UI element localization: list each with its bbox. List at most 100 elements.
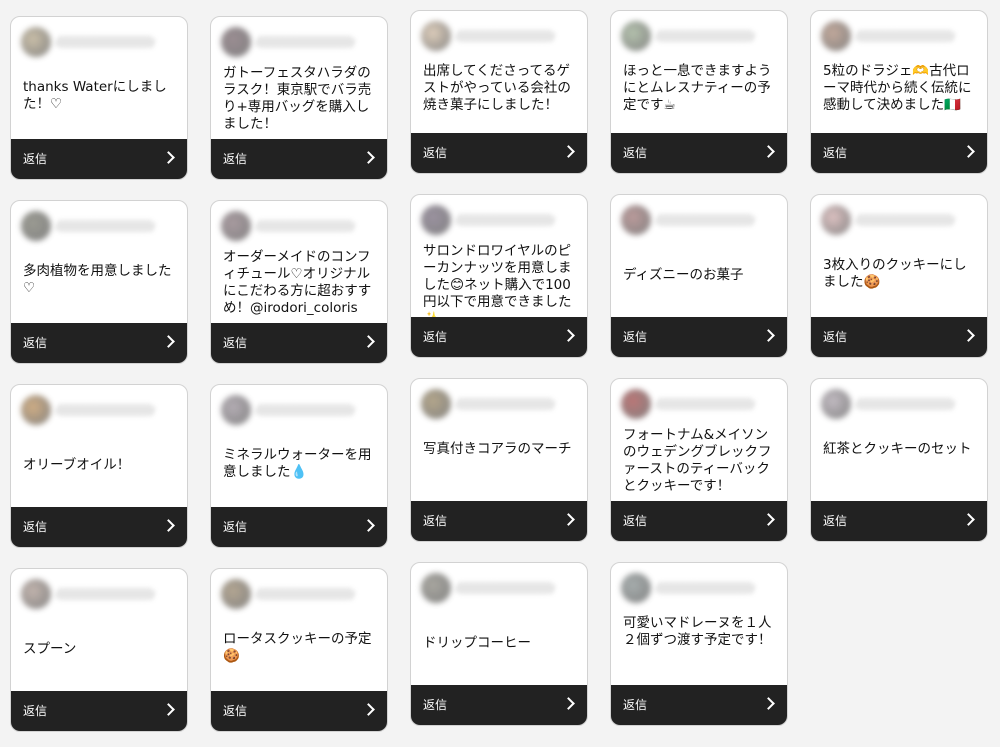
reply-button[interactable]: 返信 (11, 507, 187, 547)
chevron-right-icon (362, 335, 375, 348)
message-text: ドリップコーヒー (423, 635, 531, 651)
sender-header (11, 201, 187, 245)
chevron-right-icon (162, 335, 175, 348)
avatar[interactable] (621, 573, 651, 603)
reply-button[interactable]: 返信 (611, 685, 787, 725)
avatar[interactable] (621, 389, 651, 419)
message-card: 出席してくださってるゲストがやっている会社の焼き菓子にしました！ 返信 (410, 10, 588, 174)
sender-header (611, 379, 787, 423)
message-card: ミネラルウォーターを用意しました💧 返信 (210, 384, 388, 548)
chevron-right-icon (562, 145, 575, 158)
message-text: ロータスクッキーの予定🍪 (223, 631, 372, 664)
message-card: サロンドロワイヤルのピーカンナッツを用意しました😊ネット購入で100円以下で用意… (410, 194, 588, 358)
sender-header (11, 385, 187, 429)
avatar[interactable] (221, 27, 251, 57)
reply-button[interactable]: 返信 (11, 139, 187, 179)
reply-button[interactable]: 返信 (811, 133, 987, 173)
reply-label: 返信 (623, 146, 648, 160)
message-text: thanks Waterにしました！♡ (23, 79, 167, 112)
message-text: スプーン (23, 641, 77, 657)
username-blurred (55, 588, 155, 600)
avatar[interactable] (621, 205, 651, 235)
reply-button[interactable]: 返信 (411, 317, 587, 357)
sender-header (811, 379, 987, 423)
reply-button[interactable]: 返信 (611, 133, 787, 173)
chevron-right-icon (762, 329, 775, 342)
message-card: ディズニーのお菓子返信 (610, 194, 788, 358)
reply-button[interactable]: 返信 (611, 317, 787, 357)
reply-button[interactable]: 返信 (11, 691, 187, 731)
username-blurred (455, 582, 555, 594)
avatar[interactable] (21, 579, 51, 609)
sender-header (611, 11, 787, 55)
reply-button[interactable]: 返信 (411, 501, 587, 541)
reply-label: 返信 (423, 514, 448, 528)
sender-header (411, 11, 587, 55)
avatar[interactable] (421, 21, 451, 51)
chevron-right-icon (562, 329, 575, 342)
message-card: ロータスクッキーの予定🍪 返信 (210, 568, 388, 732)
message-card: thanks Waterにしました！♡ 返信 (10, 16, 188, 180)
sender-header (411, 379, 587, 423)
username-blurred (855, 30, 955, 42)
reply-label: 返信 (423, 146, 448, 160)
chevron-right-icon (362, 703, 375, 716)
message-text: 可愛いマドレーヌを１人２個ずつ渡す予定です！ (623, 615, 772, 648)
sender-header (811, 11, 987, 55)
reply-button[interactable]: 返信 (211, 139, 387, 179)
chevron-right-icon (762, 145, 775, 158)
reply-label: 返信 (23, 704, 48, 718)
message-card: オーダーメイドのコンフィチュール♡オリジナルにこだわる方に超おすすめ！@irod… (210, 200, 388, 364)
username-blurred (255, 36, 355, 48)
sender-header (411, 195, 587, 239)
message-card: フォートナム&メイソンのウェデングブレックファーストのティーバックとクッキーです… (610, 378, 788, 542)
reply-button[interactable]: 返信 (411, 133, 587, 173)
reply-button[interactable]: 返信 (811, 317, 987, 357)
chevron-right-icon (762, 697, 775, 710)
username-blurred (255, 220, 355, 232)
sender-header (411, 563, 587, 607)
message-text: 出席してくださってるゲストがやっている会社の焼き菓子にしました！ (423, 63, 571, 113)
avatar[interactable] (421, 573, 451, 603)
reply-button[interactable]: 返信 (11, 323, 187, 363)
reply-button[interactable]: 返信 (211, 323, 387, 363)
reply-label: 返信 (823, 514, 848, 528)
username-blurred (455, 398, 555, 410)
username-blurred (255, 404, 355, 416)
avatar[interactable] (421, 389, 451, 419)
chevron-right-icon (562, 513, 575, 526)
chevron-right-icon (162, 519, 175, 532)
avatar[interactable] (821, 389, 851, 419)
message-text: 5粒のドラジェ🫶古代ローマ時代から続く伝統に感動して決めました🇮🇹 (823, 63, 972, 113)
sender-header (811, 195, 987, 239)
avatar[interactable] (21, 395, 51, 425)
avatar[interactable] (21, 211, 51, 241)
message-card: 紅茶とクッキーのセット 返信 (810, 378, 988, 542)
chevron-right-icon (962, 145, 975, 158)
message-card: ドリップコーヒー 返信 (410, 562, 588, 726)
avatar[interactable] (21, 27, 51, 57)
reply-label: 返信 (23, 336, 48, 350)
reply-button[interactable]: 返信 (411, 685, 587, 725)
reply-button[interactable]: 返信 (211, 691, 387, 731)
reply-button[interactable]: 返信 (611, 501, 787, 541)
avatar[interactable] (421, 205, 451, 235)
message-text: 写真付きコアラのマーチ (423, 441, 572, 457)
avatar[interactable] (221, 211, 251, 241)
avatar[interactable] (221, 395, 251, 425)
chevron-right-icon (162, 703, 175, 716)
reply-label: 返信 (623, 514, 648, 528)
message-text: ディズニーのお菓子 (623, 267, 744, 283)
avatar[interactable] (821, 205, 851, 235)
reply-button[interactable]: 返信 (211, 507, 387, 547)
reply-button[interactable]: 返信 (811, 501, 987, 541)
avatar[interactable] (221, 579, 251, 609)
reply-label: 返信 (223, 152, 248, 166)
reply-label: 返信 (423, 698, 448, 712)
username-blurred (55, 220, 155, 232)
message-text: オリーブオイル！ (23, 457, 131, 473)
avatar[interactable] (621, 21, 651, 51)
username-blurred (255, 588, 355, 600)
sender-header (211, 569, 387, 613)
avatar[interactable] (821, 21, 851, 51)
